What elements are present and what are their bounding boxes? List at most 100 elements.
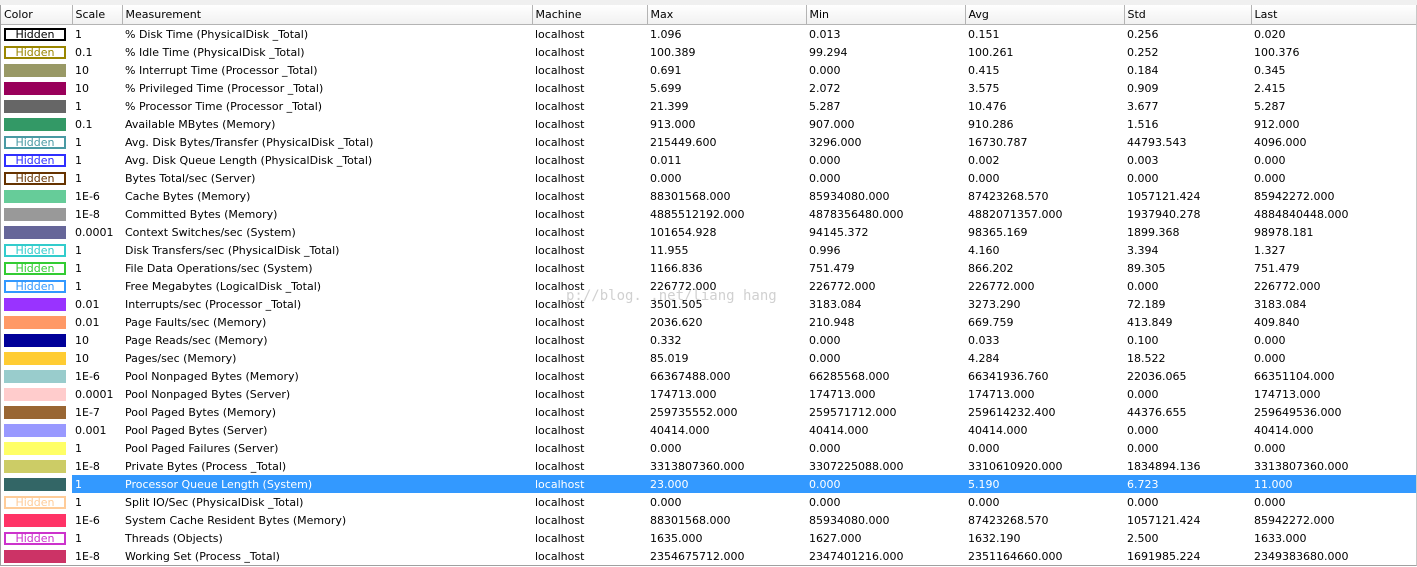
counter-row[interactable]: 0.01 Page Faults/sec (Memory) localhost 203… xyxy=(1,313,1416,331)
avg-cell: 226772.000 xyxy=(968,279,1035,293)
max-cell: 1166.836 xyxy=(650,261,703,275)
column-header-std[interactable]: Std xyxy=(1124,5,1252,25)
color-cell[interactable] xyxy=(1,475,72,493)
measurement-cell: % Privileged Time (Processor _Total) xyxy=(125,81,324,95)
last-cell: 4884840448.000 xyxy=(1254,207,1349,221)
color-cell[interactable]: Hidden xyxy=(1,493,72,511)
counter-row[interactable]: 0.0001 Pool Nonpaged Bytes (Server) localh… xyxy=(1,385,1416,403)
color-cell[interactable]: Hidden xyxy=(1,43,72,61)
avg-cell: 0.000 xyxy=(968,441,1000,455)
column-header-avg[interactable]: Avg xyxy=(965,5,1125,25)
last-cell: 912.000 xyxy=(1254,117,1300,131)
color-cell[interactable] xyxy=(1,313,72,331)
color-cell[interactable] xyxy=(1,205,72,223)
measurement-cell: Committed Bytes (Memory) xyxy=(125,207,278,221)
color-cell[interactable] xyxy=(1,439,72,457)
counter-row[interactable]: 10 % Interrupt Time (Processor _Total) loc… xyxy=(1,61,1416,79)
color-cell[interactable]: Hidden xyxy=(1,241,72,259)
counter-row[interactable]: Hidden 1 Free Megabytes (LogicalDisk _Tota… xyxy=(1,277,1416,295)
machine-cell: localhost xyxy=(535,45,585,59)
color-cell[interactable]: Hidden xyxy=(1,25,72,44)
counter-row[interactable]: Hidden 1 Avg. Disk Queue Length (PhysicalD… xyxy=(1,151,1416,169)
column-header-scale[interactable]: Scale xyxy=(72,5,123,25)
min-cell: 5.287 xyxy=(809,99,841,113)
hidden-color-swatch: Hidden xyxy=(4,154,66,167)
counter-row[interactable]: 1E-7 Pool Paged Bytes (Memory) localhost 25… xyxy=(1,403,1416,421)
color-cell[interactable]: Hidden xyxy=(1,133,72,151)
counter-row[interactable]: 1 Processor Queue Length (System) localhos… xyxy=(1,475,1416,493)
color-cell[interactable] xyxy=(1,547,72,565)
avg-cell: 4.284 xyxy=(968,351,1000,365)
color-cell[interactable] xyxy=(1,367,72,385)
counter-row[interactable]: Hidden 1 Bytes Total/sec (Server) localhost… xyxy=(1,169,1416,187)
counter-row[interactable]: Hidden 1 % Disk Time (PhysicalDisk _Total)… xyxy=(1,25,1416,44)
color-cell[interactable] xyxy=(1,457,72,475)
color-cell[interactable]: Hidden xyxy=(1,277,72,295)
counter-row[interactable]: 1E-6 Cache Bytes (Memory) localhost 8830156… xyxy=(1,187,1416,205)
min-cell: 85934080.000 xyxy=(809,189,890,203)
color-cell[interactable] xyxy=(1,385,72,403)
color-swatch xyxy=(4,388,66,401)
counter-row[interactable]: Hidden 0.1 % Idle Time (PhysicalDisk _Tota… xyxy=(1,43,1416,61)
color-cell[interactable] xyxy=(1,115,72,133)
counter-row[interactable]: Hidden 1 Threads (Objects) localhost 1635.00… xyxy=(1,529,1416,547)
counter-row[interactable]: 1 Pool Paged Failures (Server) localhost 0.… xyxy=(1,439,1416,457)
max-cell: 21.399 xyxy=(650,99,689,113)
std-cell: 0.000 xyxy=(1127,441,1159,455)
measurement-cell: Disk Transfers/sec (PhysicalDisk _Total) xyxy=(125,243,340,257)
counter-row[interactable]: Hidden 1 Avg. Disk Bytes/Transfer (Physica… xyxy=(1,133,1416,151)
counter-row[interactable]: 10 % Privileged Time (Processor _Total) lo… xyxy=(1,79,1416,97)
color-cell[interactable]: Hidden xyxy=(1,169,72,187)
color-swatch xyxy=(4,190,66,203)
color-cell[interactable] xyxy=(1,349,72,367)
counter-row[interactable]: Hidden 1 File Data Operations/sec (System)… xyxy=(1,259,1416,277)
std-cell: 72.189 xyxy=(1127,297,1166,311)
measurement-cell: Threads (Objects) xyxy=(125,531,223,545)
counter-row[interactable]: 1E-6 Pool Nonpaged Bytes (Memory) localhos… xyxy=(1,367,1416,385)
column-header-measurement[interactable]: Measurement xyxy=(122,5,533,25)
column-header-min[interactable]: Min xyxy=(806,5,966,25)
color-cell[interactable] xyxy=(1,331,72,349)
color-cell[interactable] xyxy=(1,79,72,97)
counter-row[interactable]: 1E-8 Working Set (Process _Total) localhos… xyxy=(1,547,1416,565)
counter-row[interactable]: 1E-6 System Cache Resident Bytes (Memory)… xyxy=(1,511,1416,529)
color-cell[interactable]: Hidden xyxy=(1,259,72,277)
counter-row[interactable]: 0.1 Available MBytes (Memory) localhost 913… xyxy=(1,115,1416,133)
color-swatch xyxy=(4,514,66,527)
column-header-machine[interactable]: Machine xyxy=(532,5,648,25)
color-cell[interactable] xyxy=(1,403,72,421)
scale-cell: 1 xyxy=(75,99,82,113)
counter-row[interactable]: 0.0001 Context Switches/sec (System) local… xyxy=(1,223,1416,241)
scale-cell: 10 xyxy=(75,351,89,365)
color-cell[interactable] xyxy=(1,421,72,439)
color-cell[interactable] xyxy=(1,511,72,529)
color-cell[interactable]: Hidden xyxy=(1,151,72,169)
color-cell[interactable] xyxy=(1,223,72,241)
scale-cell: 0.0001 xyxy=(75,225,114,239)
counter-row[interactable]: Hidden 1 Disk Transfers/sec (PhysicalDisk … xyxy=(1,241,1416,259)
scale-cell: 1 xyxy=(75,153,82,167)
std-cell: 1937940.278 xyxy=(1127,207,1201,221)
counter-row[interactable]: 0.001 Pool Paged Bytes (Server) localhost 4… xyxy=(1,421,1416,439)
counter-row[interactable]: 1E-8 Private Bytes (Process _Total) localh… xyxy=(1,457,1416,475)
color-swatch xyxy=(4,64,66,77)
column-header-color[interactable]: Color xyxy=(1,5,73,25)
color-cell[interactable] xyxy=(1,295,72,313)
avg-cell: 16730.787 xyxy=(968,135,1028,149)
color-cell[interactable] xyxy=(1,97,72,115)
counter-row[interactable]: 10 Pages/sec (Memory) localhost 85.019 0.000… xyxy=(1,349,1416,367)
counter-row[interactable]: 0.01 Interrupts/sec (Processor _Total) loc… xyxy=(1,295,1416,313)
counter-row[interactable]: 1E-8 Committed Bytes (Memory) localhost 488… xyxy=(1,205,1416,223)
counter-row[interactable]: 10 Page Reads/sec (Memory) localhost 0.332 0… xyxy=(1,331,1416,349)
color-cell[interactable] xyxy=(1,187,72,205)
machine-cell: localhost xyxy=(535,261,585,275)
color-cell[interactable] xyxy=(1,61,72,79)
counter-row[interactable]: 1 % Processor Time (Processor _Total) loca… xyxy=(1,97,1416,115)
max-cell: 0.000 xyxy=(650,441,682,455)
max-cell: 23.000 xyxy=(647,475,806,493)
counter-row[interactable]: Hidden 1 Split IO/Sec (PhysicalDisk _Total… xyxy=(1,493,1416,511)
color-cell[interactable]: Hidden xyxy=(1,529,72,547)
column-header-max[interactable]: Max xyxy=(647,5,807,25)
column-header-last[interactable]: Last xyxy=(1251,5,1416,25)
counter-list[interactable]: Color Scale Measurement Machine Max Min … xyxy=(0,5,1417,566)
